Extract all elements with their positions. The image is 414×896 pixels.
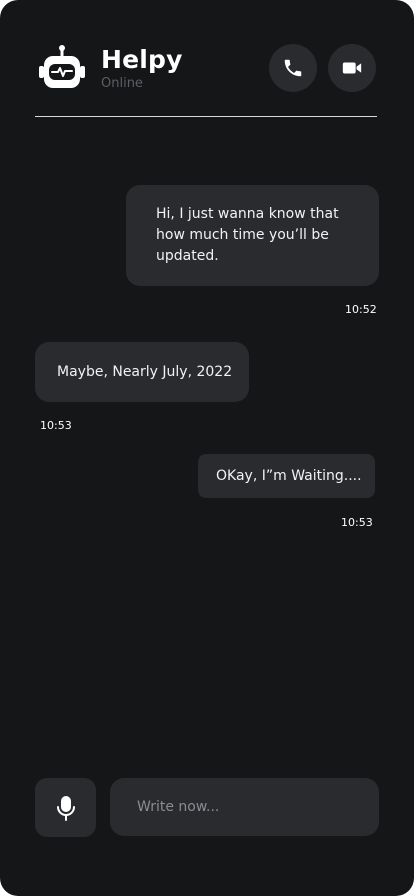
microphone-button[interactable] <box>35 778 96 837</box>
chat-header: Helpy Online <box>35 36 377 116</box>
chat-screen: Helpy Online Hi, I just wanna know that … <box>0 0 414 896</box>
message-input[interactable] <box>110 778 379 836</box>
microphone-icon <box>56 795 75 821</box>
message-bubble-sent: OKay, I”m Waiting.... <box>198 454 375 498</box>
call-button[interactable] <box>269 44 317 92</box>
video-call-button[interactable] <box>328 44 376 92</box>
phone-icon <box>284 59 302 77</box>
message-time: 10:52 <box>345 303 377 316</box>
robot-icon <box>39 45 85 88</box>
message-bubble-sent: Hi, I just wanna know that how much time… <box>126 185 379 286</box>
status-text: Online <box>101 76 143 91</box>
video-camera-icon <box>342 62 362 74</box>
message-bubble-received: Maybe, Nearly July, 2022 <box>35 342 249 402</box>
header-divider <box>35 116 377 117</box>
message-input-container <box>110 778 379 836</box>
chat-title: Helpy <box>101 45 183 74</box>
message-time: 10:53 <box>341 516 373 529</box>
message-time: 10:53 <box>40 419 72 432</box>
